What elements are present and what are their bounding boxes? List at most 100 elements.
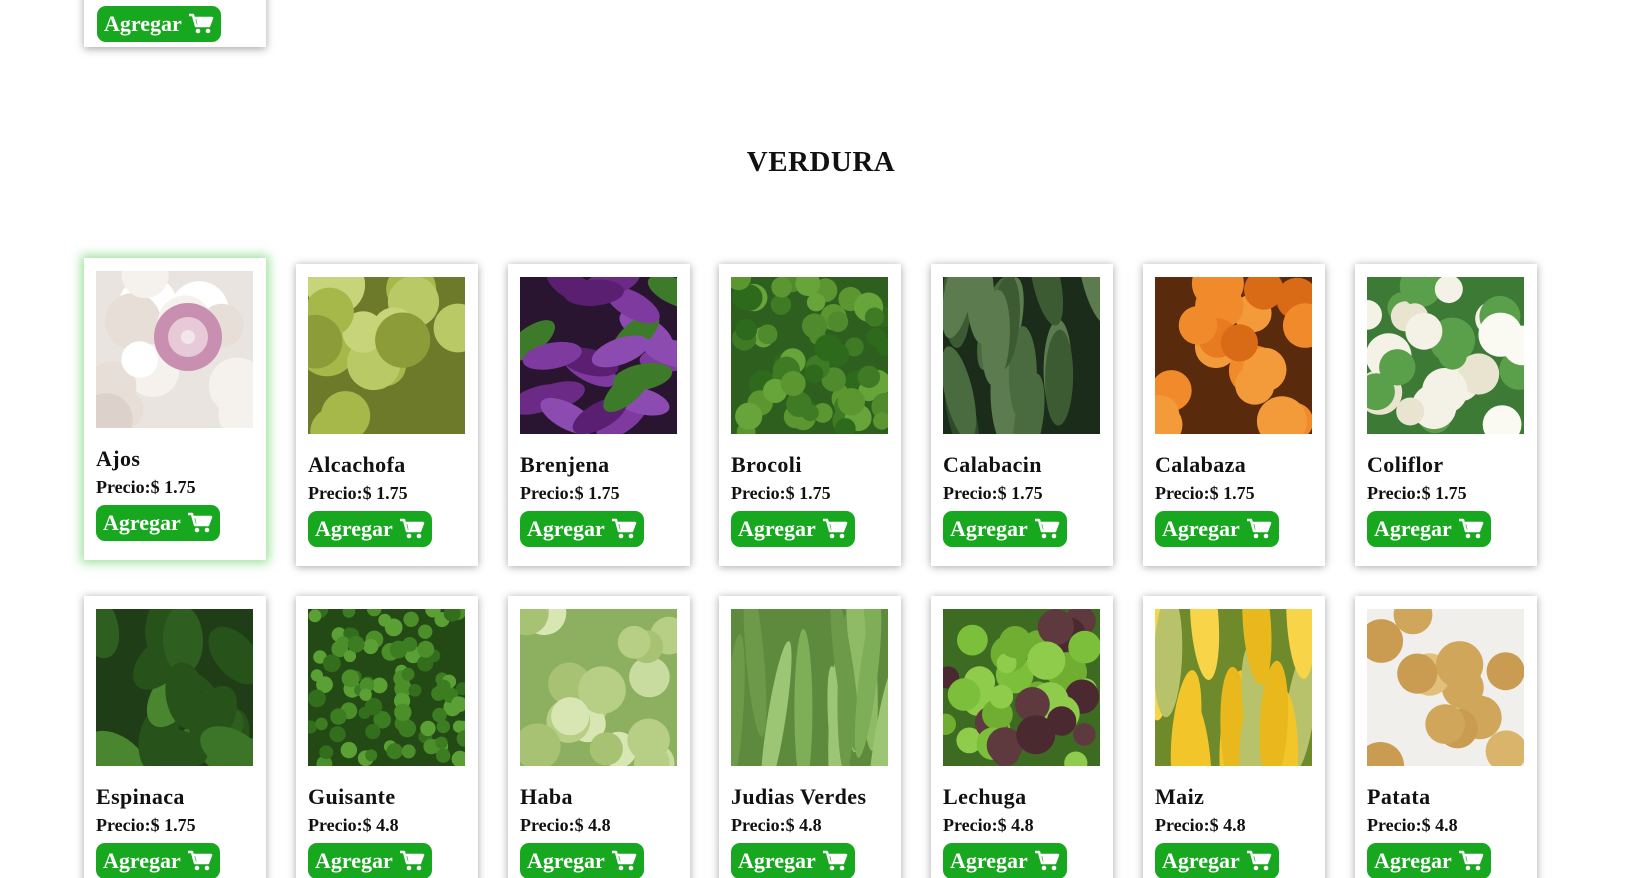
product-card-partial: Agregar: [84, 0, 266, 47]
cart-icon: [822, 850, 848, 872]
cart-icon: [1458, 518, 1484, 540]
cart-icon: [1246, 850, 1272, 872]
add-to-cart-button[interactable]: Agregar: [97, 6, 221, 42]
add-button-label: Agregar: [1162, 515, 1240, 541]
product-card: Lechuga Precio:$ 4.8 Agregar: [931, 596, 1113, 878]
product-name: Brocoli: [731, 452, 802, 477]
product-name: Maiz: [1155, 784, 1205, 809]
add-to-cart-button[interactable]: Agregar: [1155, 842, 1279, 878]
add-to-cart-button[interactable]: Agregar: [943, 510, 1067, 547]
add-button-label: Agregar: [1162, 847, 1240, 873]
product-card: Coliflor Precio:$ 1.75 Agregar: [1355, 264, 1537, 566]
add-to-cart-button[interactable]: Agregar: [308, 510, 432, 547]
add-button-label: Agregar: [104, 11, 182, 36]
product-image: [96, 609, 253, 766]
product-card: Haba Precio:$ 4.8 Agregar: [508, 596, 690, 878]
product-name: Ajos: [96, 446, 141, 471]
cart-icon: [611, 850, 637, 872]
add-to-cart-button[interactable]: Agregar: [96, 504, 220, 541]
product-price: Precio:$ 4.8: [731, 815, 822, 836]
product-name: Judias Verdes: [731, 784, 867, 809]
add-button-label: Agregar: [527, 847, 605, 873]
product-image: [731, 609, 888, 766]
product-price: Precio:$ 1.75: [308, 483, 408, 504]
add-button-label: Agregar: [738, 515, 816, 541]
product-name: Patata: [1367, 784, 1431, 809]
product-name: Alcachofa: [308, 452, 406, 477]
add-to-cart-button[interactable]: Agregar: [308, 842, 432, 878]
product-image: [1367, 277, 1524, 434]
product-price: Precio:$ 4.8: [1155, 815, 1246, 836]
product-card: Calabacin Precio:$ 1.75 Agregar: [931, 264, 1113, 566]
product-card: Calabaza Precio:$ 1.75 Agregar: [1143, 264, 1325, 566]
add-to-cart-button[interactable]: Agregar: [1155, 510, 1279, 547]
cart-icon: [1034, 850, 1060, 872]
product-name: Calabacin: [943, 452, 1042, 477]
product-card: Brenjena Precio:$ 1.75 Agregar: [508, 264, 690, 566]
add-button-label: Agregar: [738, 847, 816, 873]
product-image: [731, 277, 888, 434]
product-card: Maiz Precio:$ 4.8 Agregar: [1143, 596, 1325, 878]
product-price: Precio:$ 1.75: [96, 477, 196, 498]
product-page: Agregar VERDURA Ajos Precio:$ 1.75 Agreg…: [0, 0, 1642, 878]
add-to-cart-button[interactable]: Agregar: [731, 842, 855, 878]
product-price: Precio:$ 4.8: [1367, 815, 1458, 836]
cart-icon: [822, 518, 848, 540]
product-image: [520, 277, 677, 434]
add-to-cart-button[interactable]: Agregar: [520, 842, 644, 878]
product-price: Precio:$ 1.75: [731, 483, 831, 504]
add-to-cart-button[interactable]: Agregar: [1367, 510, 1491, 547]
add-to-cart-button[interactable]: Agregar: [1367, 842, 1491, 878]
add-button-label: Agregar: [950, 847, 1028, 873]
product-image: [96, 271, 253, 428]
add-button-label: Agregar: [1374, 515, 1452, 541]
add-button-label: Agregar: [950, 515, 1028, 541]
add-to-cart-button[interactable]: Agregar: [731, 510, 855, 547]
product-image: [520, 609, 677, 766]
cart-icon: [1246, 518, 1272, 540]
product-card: Guisante Precio:$ 4.8 Agregar: [296, 596, 478, 878]
add-to-cart-button[interactable]: Agregar: [520, 510, 644, 547]
product-image: [943, 609, 1100, 766]
product-image: [308, 609, 465, 766]
product-price: Precio:$ 4.8: [308, 815, 399, 836]
add-to-cart-button[interactable]: Agregar: [943, 842, 1067, 878]
cart-icon: [187, 512, 213, 534]
product-price: Precio:$ 1.75: [1367, 483, 1467, 504]
product-image: [1367, 609, 1524, 766]
cart-icon: [188, 13, 214, 35]
product-card: Alcachofa Precio:$ 1.75 Agregar: [296, 264, 478, 566]
product-name: Espinaca: [96, 784, 185, 809]
add-button-label: Agregar: [315, 847, 393, 873]
product-image: [1155, 609, 1312, 766]
add-button-label: Agregar: [103, 509, 181, 535]
add-button-label: Agregar: [527, 515, 605, 541]
product-name: Brenjena: [520, 452, 610, 477]
cart-icon: [611, 518, 637, 540]
product-price: Precio:$ 4.8: [520, 815, 611, 836]
cart-icon: [187, 850, 213, 872]
product-price: Precio:$ 1.75: [943, 483, 1043, 504]
section-title: VERDURA: [746, 146, 896, 178]
product-image: [943, 277, 1100, 434]
product-card: Ajos Precio:$ 1.75 Agregar: [84, 258, 266, 560]
product-image: [1155, 277, 1312, 434]
cart-icon: [399, 850, 425, 872]
product-price: Precio:$ 1.75: [520, 483, 620, 504]
add-button-label: Agregar: [1374, 847, 1452, 873]
product-card: Espinaca Precio:$ 1.75 Agregar: [84, 596, 266, 878]
product-name: Calabaza: [1155, 452, 1247, 477]
add-to-cart-button[interactable]: Agregar: [96, 842, 220, 878]
product-price: Precio:$ 1.75: [96, 815, 196, 836]
product-card: Brocoli Precio:$ 1.75 Agregar: [719, 264, 901, 566]
product-name: Coliflor: [1367, 452, 1444, 477]
cart-icon: [1034, 518, 1060, 540]
product-name: Guisante: [308, 784, 396, 809]
add-button-label: Agregar: [315, 515, 393, 541]
add-button-label: Agregar: [103, 847, 181, 873]
cart-icon: [1458, 850, 1484, 872]
cart-icon: [399, 518, 425, 540]
product-price: Precio:$ 4.8: [943, 815, 1034, 836]
product-card: Judias Verdes Precio:$ 4.8 Agregar: [719, 596, 901, 878]
product-card: Patata Precio:$ 4.8 Agregar: [1355, 596, 1537, 878]
